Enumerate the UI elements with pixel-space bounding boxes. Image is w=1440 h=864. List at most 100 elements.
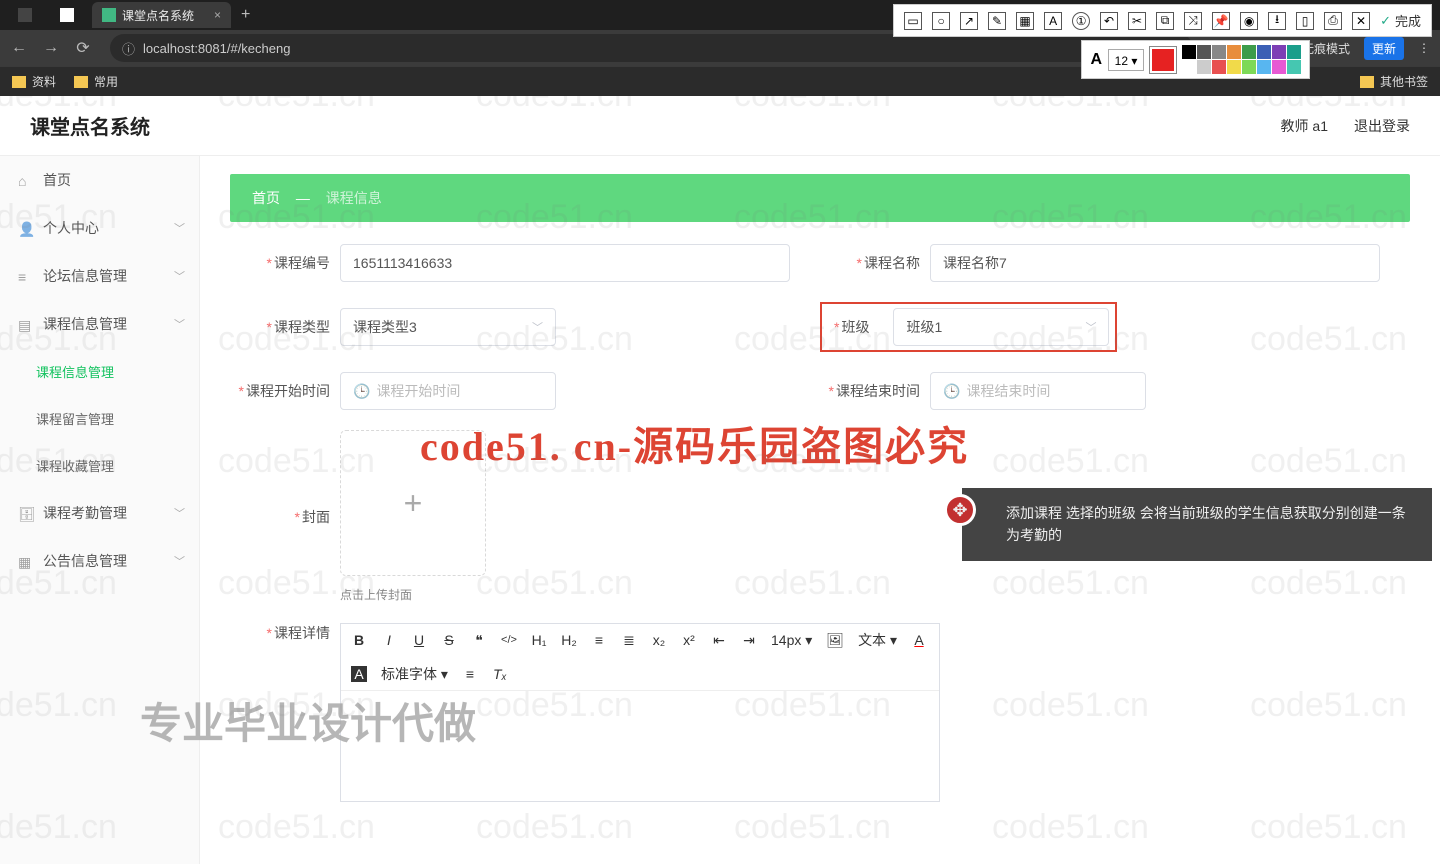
color-swatch[interactable]	[1227, 60, 1241, 74]
breadcrumb-home[interactable]: 首页	[252, 190, 280, 206]
cut-icon[interactable]: ✂	[1128, 12, 1146, 30]
label-course-code: *课程编号	[230, 253, 340, 273]
save-icon[interactable]: ⎙	[1324, 12, 1342, 30]
color-swatch[interactable]	[1242, 60, 1256, 74]
sidebar-item-forum[interactable]: ≡论坛信息管理﹀	[0, 252, 199, 300]
arrow-icon[interactable]: ↗	[960, 12, 978, 30]
sidebar-item-profile[interactable]: 👤个人中心﹀	[0, 204, 199, 252]
url-input[interactable]: ⓘ localhost:8081/#/kecheng	[110, 34, 1193, 62]
color-swatch[interactable]	[1182, 60, 1196, 74]
undo-icon[interactable]: ↶	[1100, 12, 1118, 30]
color-button[interactable]: A	[911, 632, 927, 648]
record-icon[interactable]: ◉	[1240, 12, 1258, 30]
chevron-down-icon: ﹀	[1085, 319, 1096, 335]
input-start-time[interactable]: 🕒课程开始时间	[340, 372, 556, 410]
update-button[interactable]: 更新	[1364, 37, 1404, 60]
nav-reload-button[interactable]: ⟳	[74, 38, 92, 58]
upload-cover-button[interactable]: +	[340, 430, 486, 576]
sidebar-item-attendance[interactable]: 🗄课程考勤管理﹀	[0, 489, 199, 537]
tab-item[interactable]	[8, 2, 48, 28]
color-swatch[interactable]	[1212, 45, 1226, 59]
color-swatch[interactable]	[1182, 45, 1196, 59]
sup-button[interactable]: x²	[681, 632, 697, 648]
mobile-icon[interactable]: ▯	[1296, 12, 1314, 30]
color-swatch[interactable]	[1242, 45, 1256, 59]
ol-button[interactable]: ≡	[591, 632, 607, 648]
color-swatch[interactable]	[1197, 45, 1211, 59]
shuffle-icon[interactable]: ⤨	[1184, 12, 1202, 30]
copy-icon[interactable]: ⧉	[1156, 12, 1174, 30]
para-select[interactable]: 文本 ▾	[858, 630, 897, 650]
indent-inc-button[interactable]: ⇥	[741, 632, 757, 649]
quote-button[interactable]: ❝	[471, 632, 487, 649]
active-color-swatch[interactable]	[1150, 47, 1176, 73]
color-swatch[interactable]	[1257, 45, 1271, 59]
done-button[interactable]: ✓完成	[1380, 11, 1421, 30]
user-label[interactable]: 教师 a1	[1281, 116, 1328, 136]
new-tab-button[interactable]: +	[233, 6, 258, 24]
bookmark-item[interactable]: 常用	[74, 73, 118, 90]
color-swatch[interactable]	[1257, 60, 1271, 74]
strike-button[interactable]: S	[441, 632, 457, 648]
rect-icon[interactable]: ▭	[904, 12, 922, 30]
input-end-time[interactable]: 🕒课程结束时间	[930, 372, 1146, 410]
h1-button[interactable]: H₁	[531, 632, 547, 648]
logout-button[interactable]: 退出登录	[1354, 116, 1410, 136]
color-palette[interactable]	[1182, 45, 1301, 74]
sidebar-item-course-info[interactable]: 课程信息管理	[0, 348, 199, 395]
download-icon[interactable]: ⭳	[1268, 12, 1286, 30]
number-icon[interactable]: ①	[1072, 12, 1090, 30]
code-button[interactable]: </>	[501, 634, 517, 646]
circle-icon[interactable]: ○	[932, 12, 950, 30]
bold-button[interactable]: B	[351, 632, 367, 648]
h2-button[interactable]: H₂	[561, 632, 577, 648]
label-start-time: *课程开始时间	[230, 381, 340, 401]
color-swatch[interactable]	[1287, 45, 1301, 59]
input-course-name[interactable]	[930, 244, 1380, 282]
color-swatch[interactable]	[1227, 45, 1241, 59]
color-swatch[interactable]	[1272, 45, 1286, 59]
sidebar-item-course-msg[interactable]: 课程留言管理	[0, 395, 199, 442]
vue-icon	[102, 8, 116, 22]
tab-item-active[interactable]: 课堂点名系统 ×	[92, 2, 231, 28]
sidebar-item-course-fav[interactable]: 课程收藏管理	[0, 442, 199, 489]
sub-button[interactable]: x₂	[651, 632, 667, 648]
image-button[interactable]: 🖼	[826, 632, 844, 649]
select-class[interactable]: 班级1﹀	[893, 308, 1109, 346]
briefcase-icon: 🗄	[18, 506, 33, 521]
sidebar-item-home[interactable]: ⌂首页	[0, 156, 199, 204]
color-swatch[interactable]	[1212, 60, 1226, 74]
align-button[interactable]: ≡	[462, 666, 478, 682]
bg-button[interactable]: A	[351, 666, 367, 682]
nav-forward-button[interactable]: →	[42, 39, 60, 57]
clear-button[interactable]: Tₓ	[492, 666, 508, 682]
indent-dec-button[interactable]: ⇤	[711, 632, 727, 649]
color-swatch[interactable]	[1272, 60, 1286, 74]
bookmark-other[interactable]: 其他书签	[1360, 73, 1428, 90]
toast-text: 添加课程 选择的班级 会将当前班级的学生信息获取分别创建一条为考勤的	[1006, 505, 1406, 543]
close-icon[interactable]: ✕	[1352, 12, 1370, 30]
fontsize-select[interactable]: 12 ▾	[1108, 49, 1144, 71]
input-course-code[interactable]	[340, 244, 790, 282]
color-swatch[interactable]	[1197, 60, 1211, 74]
italic-button[interactable]: I	[381, 632, 397, 648]
size-select[interactable]: 14px ▾	[771, 632, 812, 649]
sidebar-item-notice[interactable]: ▦公告信息管理﹀	[0, 537, 199, 585]
select-course-type[interactable]: 课程类型3﹀	[340, 308, 556, 346]
pin-icon[interactable]: 📌	[1212, 12, 1230, 30]
pen-icon[interactable]: ✎	[988, 12, 1006, 30]
sidebar-item-course[interactable]: ▤课程信息管理﹀	[0, 300, 199, 348]
mosaic-icon[interactable]: ▦	[1016, 12, 1034, 30]
editor-toolbar: B I U S ❝ </> H₁ H₂ ≡ ≣ x₂ x² ⇤ ⇥ 14px ▾…	[341, 624, 939, 691]
bookmark-item[interactable]: 资料	[12, 73, 56, 90]
menu-icon[interactable]: ⋮	[1418, 41, 1430, 55]
editor-body[interactable]	[341, 691, 939, 801]
font-select[interactable]: 标准字体 ▾	[381, 664, 448, 684]
underline-button[interactable]: U	[411, 632, 427, 648]
text-icon[interactable]: A	[1044, 12, 1062, 30]
close-icon[interactable]: ×	[214, 8, 221, 22]
nav-back-button[interactable]: ←	[10, 39, 28, 57]
tab-item[interactable]	[50, 2, 90, 28]
ul-button[interactable]: ≣	[621, 632, 637, 649]
color-swatch[interactable]	[1287, 60, 1301, 74]
